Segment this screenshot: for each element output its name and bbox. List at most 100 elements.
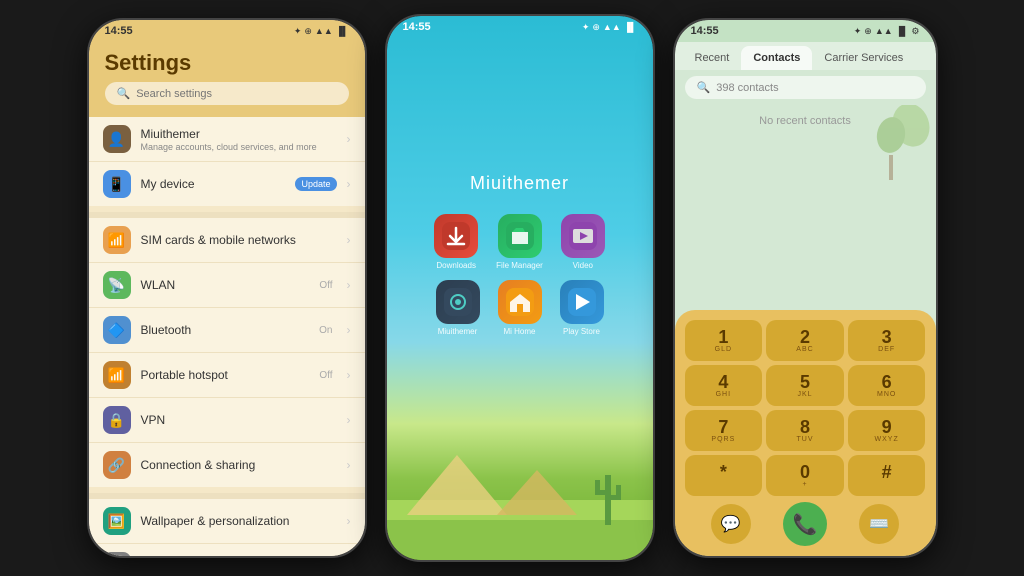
wlan-icon: 📡 bbox=[103, 271, 131, 299]
update-badge: Update bbox=[295, 177, 336, 191]
mihome-icon bbox=[498, 280, 542, 324]
settings-item-connection[interactable]: 🔗 Connection & sharing › bbox=[89, 443, 365, 487]
video-label: Video bbox=[573, 261, 593, 270]
dial-key-0[interactable]: 0 + bbox=[766, 455, 844, 496]
settings-item-miuithemer[interactable]: 👤 Miuithemer Manage accounts, cloud serv… bbox=[89, 117, 365, 162]
dial-key-8[interactable]: 8 TUV bbox=[766, 410, 844, 451]
contacts-search-bar[interactable]: 🔍 398 contacts bbox=[685, 76, 926, 99]
wlan-value: Off bbox=[319, 280, 332, 291]
wallpaper-content: Wallpaper & personalization bbox=[141, 514, 337, 528]
dial-key-5[interactable]: 5 JKL bbox=[766, 365, 844, 406]
dial-key-6[interactable]: 6 MNO bbox=[848, 365, 926, 406]
miuithemer-label-home: Miuithemer bbox=[438, 327, 478, 336]
phone-homescreen: 14:55 ✦ ⊕ ▲▲ ▐▌ Miuithemer bbox=[385, 14, 655, 562]
settings-item-lockscreen[interactable]: 🔒 Always-on display & Lock screen › bbox=[89, 544, 365, 556]
tab-recent[interactable]: Recent bbox=[683, 46, 742, 70]
bluetooth-icon: 🔷 bbox=[103, 316, 131, 344]
miuithemer-title: Miuithemer bbox=[141, 127, 337, 141]
playstore-label: Play Store bbox=[563, 327, 600, 336]
app-filemanager[interactable]: File Manager bbox=[496, 214, 543, 270]
mydevice-content: My device bbox=[141, 177, 286, 191]
bluetooth-content: Bluetooth bbox=[141, 323, 310, 337]
dial-key-2[interactable]: 2 ABC bbox=[766, 320, 844, 361]
settings-item-wlan[interactable]: 📡 WLAN Off › bbox=[89, 263, 365, 308]
app-miuithemer[interactable]: Miuithemer bbox=[436, 280, 480, 336]
dial-key-hash[interactable]: # bbox=[848, 455, 926, 496]
settings-item-mydevice[interactable]: 📱 My device Update › bbox=[89, 162, 365, 206]
settings-item-wallpaper[interactable]: 🖼️ Wallpaper & personalization › bbox=[89, 499, 365, 544]
downloads-icon bbox=[434, 214, 478, 258]
miuithemer-icon-home bbox=[436, 280, 480, 324]
hotspot-content: Portable hotspot bbox=[141, 368, 310, 382]
app-video[interactable]: Video bbox=[561, 214, 605, 270]
simcards-content: SIM cards & mobile networks bbox=[141, 233, 337, 247]
settings-item-hotspot[interactable]: 📶 Portable hotspot Off › bbox=[89, 353, 365, 398]
dial-key-1[interactable]: 1 GLD bbox=[685, 320, 763, 361]
settings-item-bluetooth[interactable]: 🔷 Bluetooth On › bbox=[89, 308, 365, 353]
settings-item-vpn[interactable]: 🔒 VPN › bbox=[89, 398, 365, 443]
settings-search-bar[interactable]: 🔍 bbox=[105, 82, 349, 105]
arrow-icon: › bbox=[347, 368, 351, 382]
wlan-title: WLAN bbox=[141, 278, 310, 292]
video-icon bbox=[561, 214, 605, 258]
status-bar-contacts: 14:55 ✦ ⊕ ▲▲ ▐▌ ⚙ bbox=[675, 20, 936, 42]
app-playstore[interactable]: Play Store bbox=[560, 280, 604, 336]
app-row-2: Miuithemer Mi Home bbox=[407, 280, 633, 336]
phone-settings: 14:55 ✦ ⊕ ▲▲ ▐▌ Settings 🔍 👤 Miuith bbox=[87, 18, 367, 558]
dial-key-9[interactable]: 9 WXYZ bbox=[848, 410, 926, 451]
bluetooth-value: On bbox=[319, 325, 332, 336]
status-icons-2: ✦ ⊕ ▲▲ ▐▌ bbox=[582, 22, 637, 33]
vpn-title: VPN bbox=[141, 413, 337, 427]
search-icon: 🔍 bbox=[117, 87, 131, 100]
vpn-icon: 🔒 bbox=[103, 406, 131, 434]
vpn-content: VPN bbox=[141, 413, 337, 427]
call-button[interactable]: 📞 bbox=[783, 502, 827, 546]
miuithemer-subtitle: Manage accounts, cloud services, and mor… bbox=[141, 142, 337, 152]
arrow-icon: › bbox=[347, 278, 351, 292]
miuithemer-content: Miuithemer Manage accounts, cloud servic… bbox=[141, 127, 337, 152]
app-mihome[interactable]: Mi Home bbox=[498, 280, 542, 336]
status-icons-1: ✦ ⊕ ▲▲ ▐▌ bbox=[294, 26, 349, 37]
settings-section-network: 📶 SIM cards & mobile networks › 📡 WLAN O… bbox=[89, 218, 365, 487]
app-downloads[interactable]: Downloads bbox=[434, 214, 478, 270]
search-icon-contacts: 🔍 bbox=[697, 81, 711, 94]
hotspot-title: Portable hotspot bbox=[141, 368, 310, 382]
miuithemer-icon: 👤 bbox=[103, 125, 131, 153]
bluetooth-title: Bluetooth bbox=[141, 323, 310, 337]
arrow-icon: › bbox=[347, 458, 351, 472]
arrow-icon: › bbox=[347, 413, 351, 427]
keypad-button[interactable]: ⌨️ bbox=[859, 504, 899, 544]
downloads-label: Downloads bbox=[436, 261, 476, 270]
arrow-icon: › bbox=[347, 132, 351, 146]
messages-button[interactable]: 💬 bbox=[711, 504, 751, 544]
home-screen: 14:55 ✦ ⊕ ▲▲ ▐▌ Miuithemer bbox=[387, 16, 653, 560]
dial-key-4[interactable]: 4 GHI bbox=[685, 365, 763, 406]
tab-contacts[interactable]: Contacts bbox=[741, 46, 812, 70]
dial-key-3[interactable]: 3 DEF bbox=[848, 320, 926, 361]
mydevice-icon: 📱 bbox=[103, 170, 131, 198]
hotspot-icon: 📶 bbox=[103, 361, 131, 389]
dial-key-7[interactable]: 7 PQRS bbox=[685, 410, 763, 451]
tab-carrier-services[interactable]: Carrier Services bbox=[812, 46, 915, 70]
hotspot-value: Off bbox=[319, 370, 332, 381]
settings-item-simcards[interactable]: 📶 SIM cards & mobile networks › bbox=[89, 218, 365, 263]
status-bar-home: 14:55 ✦ ⊕ ▲▲ ▐▌ bbox=[387, 16, 653, 38]
settings-header: Settings 🔍 bbox=[89, 42, 365, 117]
search-input[interactable] bbox=[136, 88, 336, 100]
dial-key-star[interactable]: * bbox=[685, 455, 763, 496]
playstore-icon bbox=[560, 280, 604, 324]
status-bar-settings: 14:55 ✦ ⊕ ▲▲ ▐▌ bbox=[89, 20, 365, 42]
contacts-screen: 14:55 ✦ ⊕ ▲▲ ▐▌ ⚙ Recent Contacts Carrie… bbox=[675, 20, 936, 556]
arrow-icon: › bbox=[347, 233, 351, 247]
wlan-content: WLAN bbox=[141, 278, 310, 292]
settings-list: 👤 Miuithemer Manage accounts, cloud serv… bbox=[89, 117, 365, 556]
dialer-grid: 1 GLD 2 ABC 3 DEF 4 GHI 5 JKL bbox=[685, 320, 926, 496]
wallpaper-icon: 🖼️ bbox=[103, 507, 131, 535]
dialer: 1 GLD 2 ABC 3 DEF 4 GHI 5 JKL bbox=[675, 310, 936, 556]
no-recent-label: No recent contacts bbox=[675, 115, 936, 127]
sim-icon: 📶 bbox=[103, 226, 131, 254]
mihome-label: Mi Home bbox=[503, 327, 535, 336]
contacts-tabs: Recent Contacts Carrier Services bbox=[675, 42, 936, 70]
gear-icon[interactable]: ⚙ bbox=[911, 26, 919, 37]
settings-section-account: 👤 Miuithemer Manage accounts, cloud serv… bbox=[89, 117, 365, 206]
